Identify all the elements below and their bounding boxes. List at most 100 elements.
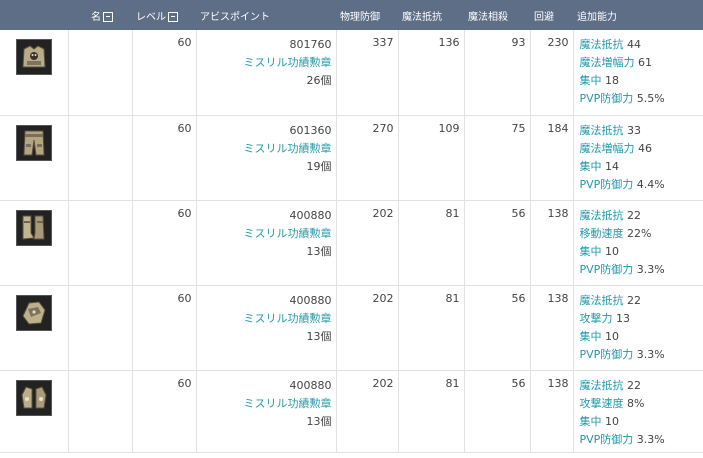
bonus-line: 集中 10 [580,243,703,261]
bonus-key: 魔法抵抗 [579,123,624,137]
item-level: 60 [132,115,197,201]
bonus-line: 魔法抵抗 44 [580,36,703,54]
bonus-value: 44 [627,38,641,51]
bonus-value: 33 [627,123,641,137]
bonus-key: PVP防御力 [579,262,634,276]
item-bonus-cell: 魔法抵抗 44 魔法増幅力 61 集中 18 PVP防御力 5.5% [573,30,703,116]
table-row: 60 601360 ミスリル功績勲章 19個 270 109 75 184 魔法抵抗 33 魔法増… [0,115,703,201]
item-name-cell [68,200,133,286]
header-bonus: 追加能力 [577,11,617,23]
bonus-line: 攻撃速度 8% [580,395,703,413]
bonus-value: 10 [605,329,619,343]
bonus-line: 攻撃力 13 [580,310,703,328]
armor-shoulder-icon[interactable] [15,294,52,331]
item-ap-cell: 601360 ミスリル功績勲章 19個 [196,115,337,201]
table-row: 60 400880 ミスリル功績勲章 13個 202 81 56 138 魔法抵抗 22 攻撃力 … [0,285,703,371]
armor-legs-icon[interactable] [15,124,52,161]
item-icon-cell [0,285,69,371]
header-ap: アビスポイント [200,11,270,23]
bonus-line: PVP防御力 4.4% [580,176,703,194]
item-magic-resist: 81 [398,370,465,453]
bonus-line: 集中 10 [580,413,703,431]
medal-count: 19個 [306,159,332,173]
bonus-line: 魔法増幅力 61 [580,54,703,72]
item-ap-cell: 400880 ミスリル功績勲章 13個 [196,285,337,371]
header-phys-def: 物理防御 [340,11,380,23]
bonus-line: 集中 10 [580,328,703,346]
bonus-key: 集中 [579,159,602,173]
item-level: 60 [132,200,197,286]
item-phys-def: 202 [336,370,399,453]
bonus-line: PVP防御力 3.3% [580,346,703,364]
bonus-value: 22% [627,226,652,240]
collapse-icon[interactable] [103,11,113,22]
bonus-line: 移動速度 22% [580,225,703,243]
table-row: 60 400880 ミスリル功績勲章 13個 202 81 56 138 魔法抵抗 22 移動速度… [0,200,703,286]
bonus-key: PVP防御力 [579,432,634,446]
item-magic-resist: 136 [398,30,465,116]
table-header: 名 レベル アビスポイント 物理防御 魔法抵抗 魔法相殺 回避 追加能力 [0,0,703,30]
table-row: 60 801760 ミスリル功績勲章 26個 337 136 93 230 魔法抵抗 44 魔法増… [0,30,703,116]
item-ap-value: 801760 [289,38,332,51]
item-ap-cell: 801760 ミスリル功績勲章 26個 [196,30,337,116]
bonus-key: 集中 [579,414,602,428]
bonus-key: 攻撃速度 [579,396,624,410]
bonus-value: 22 [627,208,641,222]
item-phys-def: 270 [336,115,399,201]
bonus-value: 13 [616,311,630,325]
item-ap-value: 601360 [289,123,332,137]
item-magic-offset: 56 [464,200,531,286]
table-row: 60 400880 ミスリル功績勲章 13個 202 81 56 138 魔法抵抗 22 攻撃速度… [0,370,703,453]
armor-chest-icon[interactable] [15,39,52,75]
item-phys-def: 202 [336,200,399,286]
medal-count: 26個 [306,74,332,87]
item-bonus-cell: 魔法抵抗 22 攻撃力 13 集中 10 PVP防御力 3.3% [573,285,703,371]
item-icon-cell [0,200,69,286]
bonus-key: 集中 [579,329,602,343]
bonus-value: 10 [605,414,619,428]
item-level: 60 [132,370,197,453]
bonus-line: 魔法抵抗 22 [580,292,703,310]
bonus-key: PVP防御力 [579,347,634,361]
armor-boots-icon[interactable] [15,209,52,246]
item-bonus-cell: 魔法抵抗 22 移動速度 22% 集中 10 PVP防御力 3.3% [573,200,703,286]
item-icon-cell [0,30,69,116]
header-magic-resist: 魔法抵抗 [402,11,442,23]
bonus-key: 魔法抵抗 [579,378,624,392]
bonus-line: 魔法抵抗 22 [580,377,703,395]
bonus-value: 46 [638,141,652,155]
collapse-icon[interactable] [168,11,178,22]
header-level[interactable]: レベル [132,0,196,30]
bonus-value: 10 [605,244,619,258]
item-magic-offset: 93 [464,30,531,116]
bonus-value: 61 [638,56,652,69]
bonus-value: 3.3% [636,347,665,361]
bonus-key: PVP防御力 [579,92,634,105]
item-level: 60 [132,285,197,371]
item-bonus-cell: 魔法抵抗 22 攻撃速度 8% 集中 10 PVP防御力 3.3% [573,370,703,453]
bonus-key: 集中 [579,244,602,258]
item-evasion: 184 [530,115,574,201]
medal-name: ミスリル功績勲章 [243,396,332,410]
bonus-value: 4.4% [636,177,665,191]
bonus-value: 18 [605,74,619,87]
armor-gloves-icon[interactable] [15,379,52,416]
medal-name: ミスリル功績勲章 [243,56,332,69]
medal-name: ミスリル功績勲章 [243,141,332,155]
item-name-cell [68,30,133,116]
item-evasion: 230 [530,30,574,116]
bonus-line: 集中 18 [580,72,703,90]
bonus-value: 3.3% [636,262,665,276]
item-ap-value: 400880 [289,208,332,222]
header-magic-offset: 魔法相殺 [468,11,508,23]
bonus-key: 魔法抵抗 [579,293,624,307]
medal-count: 13個 [306,329,332,343]
item-bonus-cell: 魔法抵抗 33 魔法増幅力 46 集中 14 PVP防御力 4.4% [573,115,703,201]
bonus-key: 魔法増幅力 [579,56,635,69]
item-level: 60 [132,30,197,116]
item-ap-cell: 400880 ミスリル功績勲章 13個 [196,200,337,286]
bonus-line: PVP防御力 3.3% [580,261,703,279]
bonus-value: 8% [627,396,645,410]
item-evasion: 138 [530,200,574,286]
header-name[interactable]: 名 [68,0,132,30]
